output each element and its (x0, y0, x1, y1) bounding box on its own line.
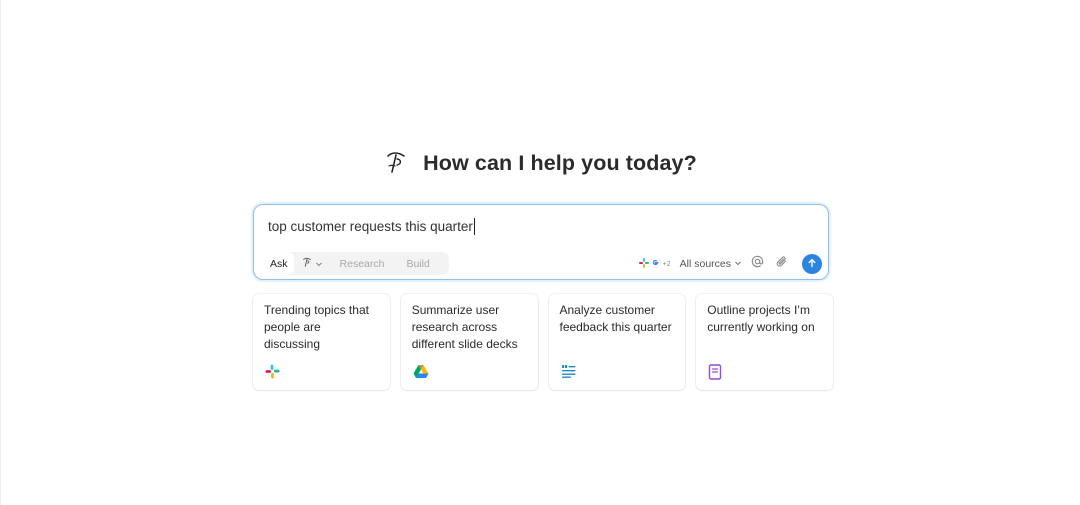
suggestion-text: Trending topics that people are discussi… (264, 303, 369, 351)
prompt-input[interactable]: top customer requests this quarter (268, 218, 476, 235)
brand-logo-icon (383, 147, 409, 179)
mode-research-button[interactable]: Research (329, 258, 396, 270)
quote-doc-icon (561, 364, 577, 380)
suggestion-card-projects[interactable]: Outline projects I’m currently working o… (696, 294, 833, 390)
suggestion-text: Analyze customer feedback this quarter (559, 303, 672, 334)
chevron-down-icon (315, 255, 323, 273)
suggestion-cards: Trending topics that people are discussi… (253, 294, 833, 390)
at-sign-icon (751, 255, 764, 273)
suggestion-text: Outline projects I’m currently working o… (707, 303, 815, 334)
notebook-icon (708, 364, 724, 380)
mode-selector: Ask Research Build (264, 252, 449, 275)
suggestion-card-trending[interactable]: Trending topics that people are discussi… (253, 294, 390, 390)
prompt-input-text: top customer requests this quarter (268, 219, 473, 234)
suggestion-card-research[interactable]: Summarize user research across different… (400, 294, 538, 390)
google-source-icon (649, 255, 661, 273)
send-button[interactable] (802, 254, 822, 274)
paperclip-icon (775, 255, 788, 273)
mode-agent-dropdown[interactable] (294, 252, 329, 275)
slack-icon (265, 364, 281, 380)
suggestion-text: Summarize user research across different… (411, 303, 518, 351)
sources-label: All sources (679, 258, 731, 270)
suggestion-card-feedback[interactable]: Analyze customer feedback this quarter (548, 294, 686, 390)
left-divider (0, 0, 1, 505)
mode-ask-button[interactable]: Ask (264, 252, 294, 275)
agent-logo-icon (302, 255, 312, 273)
attach-button[interactable] (772, 255, 790, 273)
chevron-down-icon (734, 258, 742, 270)
page-title: How can I help you today? (423, 150, 697, 175)
arrow-up-icon (807, 255, 817, 273)
more-sources-count: +2 (662, 260, 671, 268)
all-sources-dropdown[interactable]: All sources (680, 258, 742, 270)
mode-build-button[interactable]: Build (395, 258, 440, 270)
google-drive-icon (413, 364, 429, 380)
text-caret (473, 218, 476, 235)
composer-actions: +2 All sources (638, 253, 822, 275)
mention-button[interactable] (748, 255, 766, 273)
slack-source-icon (638, 255, 649, 273)
page: How can I help you today? top customer r… (0, 0, 1080, 505)
greeting-heading: How can I help you today? (0, 147, 1080, 179)
prompt-composer[interactable]: top customer requests this quarter Ask R… (253, 204, 829, 280)
source-icons: +2 (638, 255, 671, 273)
